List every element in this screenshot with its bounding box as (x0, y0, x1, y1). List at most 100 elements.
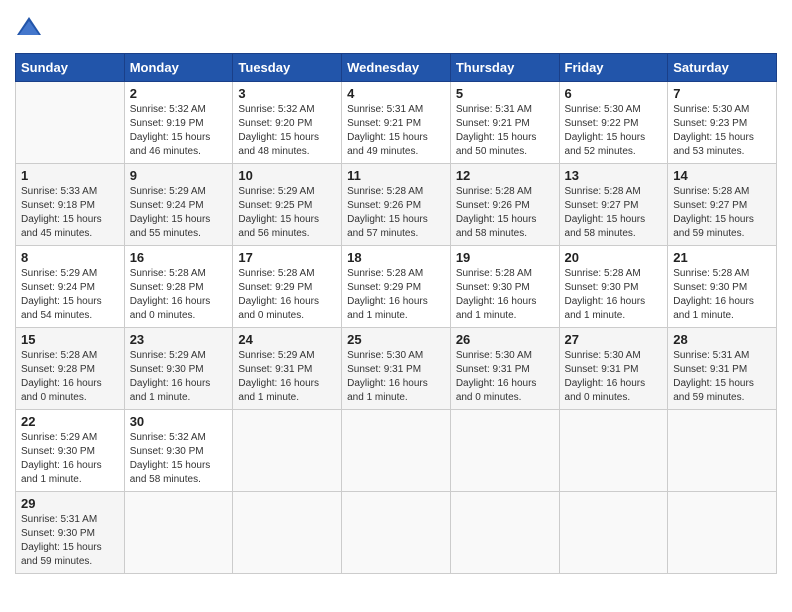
header-day: Sunday (16, 54, 125, 82)
day-number: 25 (347, 332, 445, 347)
day-number: 11 (347, 168, 445, 183)
day-number: 3 (238, 86, 336, 101)
calendar-week-row: 15 Sunrise: 5:28 AMSunset: 9:28 PMDayligh… (16, 328, 777, 410)
calendar-body: 2Sunrise: 5:32 AMSunset: 9:19 PMDaylight… (16, 82, 777, 574)
day-number: 12 (456, 168, 554, 183)
day-info: Sunrise: 5:32 AMSunset: 9:20 PMDaylight:… (238, 103, 336, 159)
day-number: 30 (130, 414, 228, 429)
logo (15, 15, 47, 43)
day-info: Sunrise: 5:28 AMSunset: 9:30 PMDaylight:… (456, 267, 554, 323)
header-day: Tuesday (233, 54, 342, 82)
header-day: Monday (124, 54, 233, 82)
day-number: 26 (456, 332, 554, 347)
day-info: Sunrise: 5:29 AMSunset: 9:25 PMDaylight:… (238, 185, 336, 241)
calendar-table: SundayMondayTuesdayWednesdayThursdayFrid… (15, 53, 777, 574)
day-number: 7 (673, 86, 771, 101)
calendar-week-row: 2Sunrise: 5:32 AMSunset: 9:19 PMDaylight… (16, 82, 777, 164)
calendar-cell: 19Sunrise: 5:28 AMSunset: 9:30 PMDayligh… (450, 246, 559, 328)
day-info: Sunrise: 5:28 AMSunset: 9:29 PMDaylight:… (238, 267, 336, 323)
day-info: Sunrise: 5:29 AMSunset: 9:24 PMDaylight:… (130, 185, 228, 241)
calendar-cell: 23Sunrise: 5:29 AMSunset: 9:30 PMDayligh… (124, 328, 233, 410)
day-number: 28 (673, 332, 771, 347)
calendar-cell (233, 492, 342, 574)
day-info: Sunrise: 5:31 AMSunset: 9:21 PMDaylight:… (347, 103, 445, 159)
calendar-cell: 6 Sunrise: 5:30 AMSunset: 9:22 PMDaylight… (559, 82, 668, 164)
day-info: Sunrise: 5:30 AMSunset: 9:23 PMDaylight:… (673, 103, 771, 159)
calendar-cell (342, 492, 451, 574)
day-info: Sunrise: 5:31 AMSunset: 9:21 PMDaylight:… (456, 103, 554, 159)
calendar-cell (124, 492, 233, 574)
day-info: Sunrise: 5:28 AMSunset: 9:26 PMDaylight:… (347, 185, 445, 241)
day-number: 16 (130, 250, 228, 265)
calendar-cell: 1 Sunrise: 5:33 AMSunset: 9:18 PMDaylight… (16, 164, 125, 246)
day-number: 9 (130, 168, 228, 183)
day-info: Sunrise: 5:30 AMSunset: 9:22 PMDaylight:… (565, 103, 663, 159)
day-number: 14 (673, 168, 771, 183)
calendar-cell (559, 492, 668, 574)
calendar-cell: 4 Sunrise: 5:31 AMSunset: 9:21 PMDaylight… (342, 82, 451, 164)
calendar-cell: 26 Sunrise: 5:30 AMSunset: 9:31 PMDayligh… (450, 328, 559, 410)
day-info: Sunrise: 5:33 AMSunset: 9:18 PMDaylight:… (21, 185, 119, 241)
calendar-cell (233, 410, 342, 492)
day-number: 21 (673, 250, 771, 265)
calendar-cell (450, 410, 559, 492)
day-number: 15 (21, 332, 119, 347)
header-day: Friday (559, 54, 668, 82)
day-info: Sunrise: 5:29 AMSunset: 9:30 PMDaylight:… (21, 431, 119, 487)
header-day: Saturday (668, 54, 777, 82)
day-number: 1 (21, 168, 119, 183)
day-info: Sunrise: 5:29 AMSunset: 9:31 PMDaylight:… (238, 349, 336, 405)
day-info: Sunrise: 5:29 AMSunset: 9:24 PMDaylight:… (21, 267, 119, 323)
calendar-cell (16, 82, 125, 164)
day-number: 13 (565, 168, 663, 183)
calendar-cell (668, 492, 777, 574)
day-info: Sunrise: 5:28 AMSunset: 9:28 PMDaylight:… (21, 349, 119, 405)
day-number: 24 (238, 332, 336, 347)
day-info: Sunrise: 5:32 AMSunset: 9:30 PMDaylight:… (130, 431, 228, 487)
header-day: Thursday (450, 54, 559, 82)
calendar-cell: 24 Sunrise: 5:29 AMSunset: 9:31 PMDayligh… (233, 328, 342, 410)
day-number: 10 (238, 168, 336, 183)
calendar-cell: 5 Sunrise: 5:31 AMSunset: 9:21 PMDaylight… (450, 82, 559, 164)
day-info: Sunrise: 5:30 AMSunset: 9:31 PMDaylight:… (456, 349, 554, 405)
calendar-cell: 12Sunrise: 5:28 AMSunset: 9:26 PMDayligh… (450, 164, 559, 246)
calendar-cell (559, 410, 668, 492)
logo-icon (15, 15, 43, 43)
calendar-cell: 29 Sunrise: 5:31 AMSunset: 9:30 PMDayligh… (16, 492, 125, 574)
calendar-cell: 15 Sunrise: 5:28 AMSunset: 9:28 PMDayligh… (16, 328, 125, 410)
header-day: Wednesday (342, 54, 451, 82)
calendar-cell: 8 Sunrise: 5:29 AMSunset: 9:24 PMDaylight… (16, 246, 125, 328)
day-info: Sunrise: 5:32 AMSunset: 9:19 PMDaylight:… (130, 103, 228, 159)
day-number: 29 (21, 496, 119, 511)
day-info: Sunrise: 5:28 AMSunset: 9:27 PMDaylight:… (565, 185, 663, 241)
day-info: Sunrise: 5:29 AMSunset: 9:30 PMDaylight:… (130, 349, 228, 405)
day-number: 8 (21, 250, 119, 265)
day-info: Sunrise: 5:31 AMSunset: 9:30 PMDaylight:… (21, 513, 119, 569)
calendar-header: SundayMondayTuesdayWednesdayThursdayFrid… (16, 54, 777, 82)
day-info: Sunrise: 5:28 AMSunset: 9:27 PMDaylight:… (673, 185, 771, 241)
calendar-cell: 20 Sunrise: 5:28 AMSunset: 9:30 PMDayligh… (559, 246, 668, 328)
calendar-cell: 30 Sunrise: 5:32 AMSunset: 9:30 PMDayligh… (124, 410, 233, 492)
day-info: Sunrise: 5:28 AMSunset: 9:30 PMDaylight:… (565, 267, 663, 323)
calendar-cell: 11 Sunrise: 5:28 AMSunset: 9:26 PMDayligh… (342, 164, 451, 246)
calendar-cell: 7 Sunrise: 5:30 AMSunset: 9:23 PMDaylight… (668, 82, 777, 164)
calendar-cell: 9 Sunrise: 5:29 AMSunset: 9:24 PMDaylight… (124, 164, 233, 246)
calendar-cell: 16Sunrise: 5:28 AMSunset: 9:28 PMDayligh… (124, 246, 233, 328)
day-info: Sunrise: 5:30 AMSunset: 9:31 PMDaylight:… (347, 349, 445, 405)
calendar-cell: 10 Sunrise: 5:29 AMSunset: 9:25 PMDayligh… (233, 164, 342, 246)
calendar-week-row: 29 Sunrise: 5:31 AMSunset: 9:30 PMDayligh… (16, 492, 777, 574)
day-number: 5 (456, 86, 554, 101)
calendar-week-row: 8 Sunrise: 5:29 AMSunset: 9:24 PMDaylight… (16, 246, 777, 328)
calendar-cell: 28Sunrise: 5:31 AMSunset: 9:31 PMDayligh… (668, 328, 777, 410)
day-number: 4 (347, 86, 445, 101)
calendar-week-row: 1 Sunrise: 5:33 AMSunset: 9:18 PMDaylight… (16, 164, 777, 246)
calendar-cell: 17Sunrise: 5:28 AMSunset: 9:29 PMDayligh… (233, 246, 342, 328)
day-number: 6 (565, 86, 663, 101)
day-number: 20 (565, 250, 663, 265)
calendar-week-row: 22 Sunrise: 5:29 AMSunset: 9:30 PMDayligh… (16, 410, 777, 492)
calendar-cell: 22 Sunrise: 5:29 AMSunset: 9:30 PMDayligh… (16, 410, 125, 492)
day-number: 22 (21, 414, 119, 429)
calendar-cell (342, 410, 451, 492)
calendar-cell: 25 Sunrise: 5:30 AMSunset: 9:31 PMDayligh… (342, 328, 451, 410)
calendar-cell (668, 410, 777, 492)
